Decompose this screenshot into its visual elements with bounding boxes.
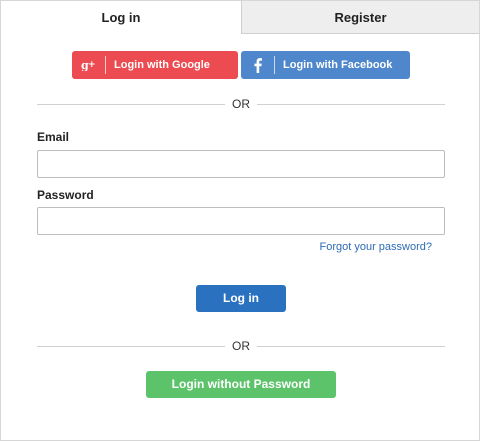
email-field[interactable] — [37, 150, 445, 178]
google-button-label: Login with Google — [114, 59, 210, 71]
password-label: Password — [37, 188, 94, 202]
login-dialog: Log in Register g + Login with Google Lo… — [0, 0, 480, 441]
svg-text:+: + — [88, 60, 96, 70]
login-without-password-button[interactable]: Login without Password — [146, 371, 336, 398]
or-divider: OR — [37, 97, 445, 111]
icon-separator — [274, 56, 275, 74]
icon-separator — [105, 56, 106, 74]
login-with-facebook-button[interactable]: Login with Facebook — [241, 51, 410, 79]
divider-line — [257, 346, 445, 347]
password-field[interactable] — [37, 207, 445, 235]
facebook-button-label: Login with Facebook — [283, 59, 393, 71]
tab-register[interactable]: Register — [241, 1, 479, 34]
forgot-password-link[interactable]: Forgot your password? — [320, 241, 433, 253]
auth-tabs: Log in Register — [1, 1, 479, 34]
google-plus-icon: g + — [72, 51, 105, 79]
or-divider: OR — [37, 339, 445, 353]
divider-line — [257, 104, 445, 105]
login-button[interactable]: Log in — [196, 285, 286, 312]
tab-login[interactable]: Log in — [1, 1, 241, 34]
login-with-google-button[interactable]: g + Login with Google — [72, 51, 238, 79]
facebook-icon — [241, 51, 274, 79]
email-label: Email — [37, 130, 70, 144]
